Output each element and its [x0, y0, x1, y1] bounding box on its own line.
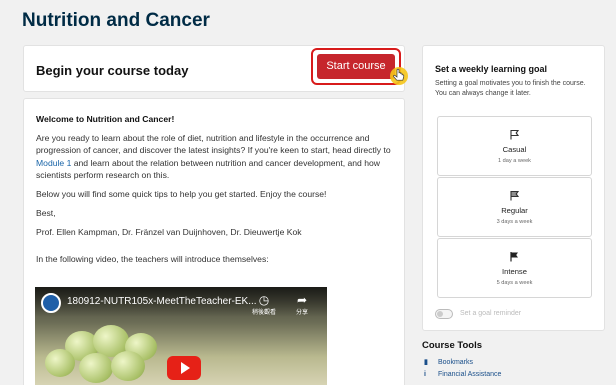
watch-later-button[interactable]: ◷ 稍後觀看 [249, 293, 279, 319]
start-course-highlight: Start course [311, 48, 408, 85]
goal-heading: Set a weekly learning goal [435, 64, 548, 74]
weekly-goal-card: Set a weekly learning goal Setting a goa… [422, 45, 605, 331]
intro-text-end: and learn about the relation between nut… [36, 157, 380, 180]
video-intro-text: In the following video, the teachers wil… [36, 253, 269, 264]
course-tools-heading: Course Tools [422, 340, 482, 351]
goal-option-frequency: 5 days a week [496, 280, 533, 286]
teachers-names: Prof. Ellen Kampman, Dr. Fränzel van Dui… [36, 227, 302, 238]
bookmark-icon: ▮ [424, 359, 428, 366]
video-player[interactable]: 180912-NUTR105x-MeetTheTeacher-EK... ◷ 稍… [35, 287, 327, 385]
goal-option-label: Intense [502, 267, 527, 276]
goal-option-label: Casual [502, 145, 527, 154]
goal-option-casual[interactable]: Casual 1 day a week [437, 116, 592, 176]
goal-option-label: Regular [501, 206, 528, 215]
info-icon: i [424, 371, 426, 378]
goal-option-regular[interactable]: Regular 3 days a week [437, 177, 592, 237]
video-thumbnail-grape [45, 349, 75, 377]
clock-icon: ◷ [258, 293, 270, 307]
video-thumbnail-grape [111, 351, 145, 381]
welcome-heading: Welcome to Nutrition and Cancer! [36, 114, 175, 124]
welcome-intro-paragraph: Are you ready to learn about the role of… [36, 132, 392, 181]
begin-course-card: Begin your course today Start course [23, 45, 408, 92]
goal-reminder-label: Set a goal reminder [460, 310, 522, 317]
signoff-text: Best, [36, 208, 56, 219]
begin-course-heading: Begin your course today [36, 63, 189, 78]
share-label: 分享 [295, 310, 308, 316]
flag-outline-icon [510, 129, 520, 140]
goal-description: Setting a goal motivates you to finish t… [435, 80, 586, 97]
goal-option-frequency: 1 day a week [498, 158, 531, 164]
goal-reminder-toggle[interactable] [435, 309, 453, 319]
tool-label: Bookmarks [438, 359, 474, 366]
video-title[interactable]: 180912-NUTR105x-MeetTheTeacher-EK... [67, 296, 257, 308]
goal-option-frequency: 3 days a week [496, 219, 533, 225]
channel-logo-icon[interactable] [41, 293, 61, 313]
page-title: Nutrition and Cancer [22, 10, 210, 31]
welcome-card: Welcome to Nutrition and Cancer! Are you… [23, 98, 405, 385]
share-button[interactable]: ➦ 分享 [287, 293, 317, 319]
financial-assistance-link[interactable]: i Financial Assistance [424, 371, 501, 378]
hand-cursor-icon [390, 67, 408, 85]
watch-later-label: 稍後觀看 [251, 310, 276, 316]
tool-label: Financial Assistance [438, 371, 502, 378]
goal-option-intense[interactable]: Intense 5 days a week [437, 238, 592, 298]
youtube-play-icon[interactable] [167, 356, 201, 380]
flag-half-icon [510, 190, 520, 201]
module-1-link[interactable]: Module 1 [36, 158, 71, 168]
share-arrow-icon: ➦ [296, 293, 308, 307]
bookmarks-link[interactable]: ▮ Bookmarks [424, 358, 473, 366]
tips-paragraph: Below you will find some quick tips to h… [36, 189, 327, 200]
start-course-button[interactable]: Start course [317, 54, 395, 79]
flag-filled-icon [510, 252, 518, 262]
intro-text-start: Are you ready to learn about the role of… [36, 133, 391, 156]
video-thumbnail-grape [79, 353, 113, 383]
